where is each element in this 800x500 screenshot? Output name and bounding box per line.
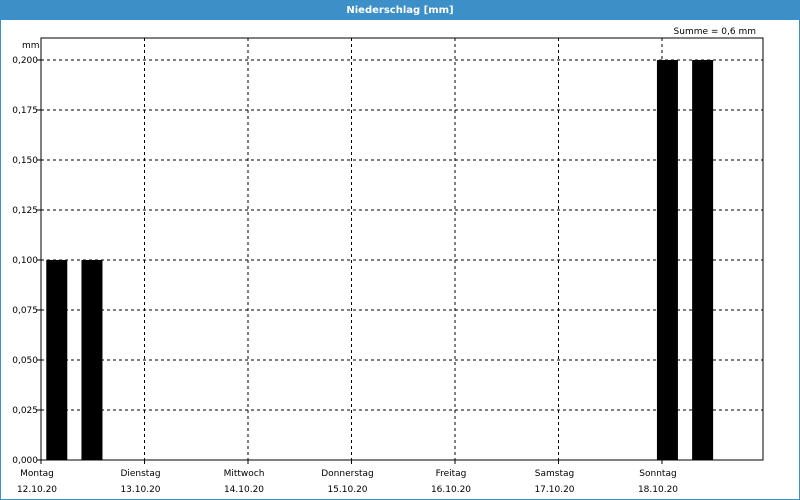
- x-tick-date-label: 12.10.20: [17, 485, 57, 495]
- x-tick-date-label: 16.10.20: [431, 485, 471, 495]
- x-tick-day-label: Freitag: [436, 469, 467, 479]
- y-tick-label: 0,050: [12, 356, 38, 366]
- precipitation-bar: [81, 260, 103, 460]
- y-tick-label: 0,175: [12, 106, 38, 116]
- x-tick-date-label: 13.10.20: [120, 485, 160, 495]
- x-tick-day-label: Montag: [20, 469, 54, 479]
- y-tick-label: 0,075: [12, 306, 38, 316]
- y-tick-label: 0,150: [12, 156, 38, 166]
- x-tick-day-label: Donnerstag: [321, 469, 374, 479]
- y-tick-label: 0,000: [12, 456, 38, 466]
- x-tick-date-label: 14.10.20: [224, 485, 264, 495]
- y-tick-label: 0,125: [12, 206, 38, 216]
- y-unit-label: mm: [22, 41, 40, 51]
- precipitation-chart: 0,000 0,025 0,050 0,075 0,100 0,125 0,150 0,175…: [12, 27, 764, 495]
- plot-area: [40, 37, 764, 461]
- x-tick-day-label: Dienstag: [120, 469, 160, 479]
- sum-label: Summe = 0,6 mm: [674, 27, 756, 37]
- x-tick-date-label: 18.10.20: [638, 485, 678, 495]
- x-axis-ticks: Montag 12.10.20 Dienstag 13.10.20 Mittwoch 14…: [17, 460, 678, 495]
- x-tick-day-label: Sonntag: [639, 469, 676, 479]
- x-tick-day-label: Samstag: [535, 469, 574, 479]
- y-axis-ticks: 0,000 0,025 0,050 0,075 0,100 0,125 0,150 0,175…: [12, 56, 41, 466]
- precipitation-bar: [46, 260, 68, 460]
- precipitation-bar: [692, 60, 714, 460]
- y-tick-label: 0,100: [12, 256, 38, 266]
- precipitation-bar: [656, 60, 678, 460]
- x-tick-date-label: 15.10.20: [327, 485, 367, 495]
- x-tick-date-label: 17.10.20: [534, 485, 574, 495]
- y-tick-label: 0,200: [12, 56, 38, 66]
- y-tick-label: 0,025: [12, 406, 38, 416]
- x-tick-day-label: Mittwoch: [224, 469, 265, 479]
